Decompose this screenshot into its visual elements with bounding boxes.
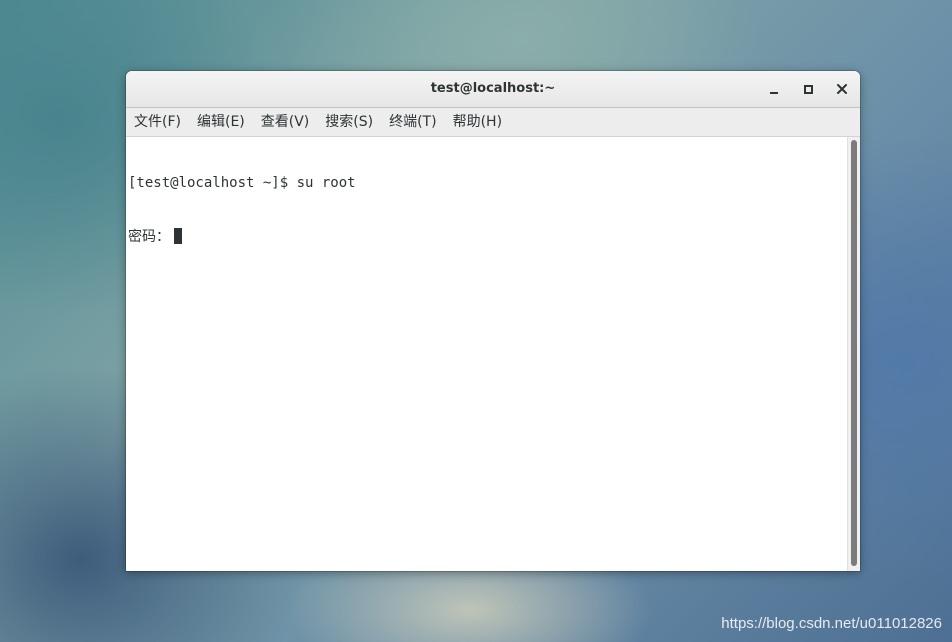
minimize-button[interactable] [765,80,783,98]
maximize-button[interactable] [799,80,817,98]
close-icon [837,84,847,94]
window-title: test@localhost:~ [430,81,556,96]
menu-edit[interactable]: 编辑(E) [191,108,251,136]
menu-view[interactable]: 查看(V) [255,108,316,136]
vertical-scrollbar[interactable] [847,137,860,571]
text-cursor [174,228,182,244]
window-titlebar[interactable]: test@localhost:~ [126,71,860,108]
close-button[interactable] [833,80,851,98]
terminal-area[interactable]: [test@localhost ~]$ su root 密码： [126,137,860,571]
menu-file[interactable]: 文件(F) [128,108,187,136]
terminal-output: [test@localhost ~]$ su root 密码： [128,138,356,282]
minimize-icon [770,92,778,94]
menu-terminal[interactable]: 终端(T) [383,108,442,136]
maximize-icon [804,85,813,94]
terminal-line-command: [test@localhost ~]$ su root [128,175,356,191]
menu-bar: 文件(F) 编辑(E) 查看(V) 搜索(S) 终端(T) 帮助(H) [126,108,860,137]
password-prompt-text: 密码： [128,229,170,245]
watermark-url: https://blog.csdn.net/u011012826 [721,615,942,632]
terminal-window: test@localhost:~ 文件(F) 编辑(E) 查看(V) 搜索(S)… [126,71,860,571]
terminal-line-password-prompt: 密码： [128,228,356,246]
scrollbar-thumb[interactable] [851,140,857,566]
menu-help[interactable]: 帮助(H) [447,108,508,136]
menu-search[interactable]: 搜索(S) [319,108,379,136]
